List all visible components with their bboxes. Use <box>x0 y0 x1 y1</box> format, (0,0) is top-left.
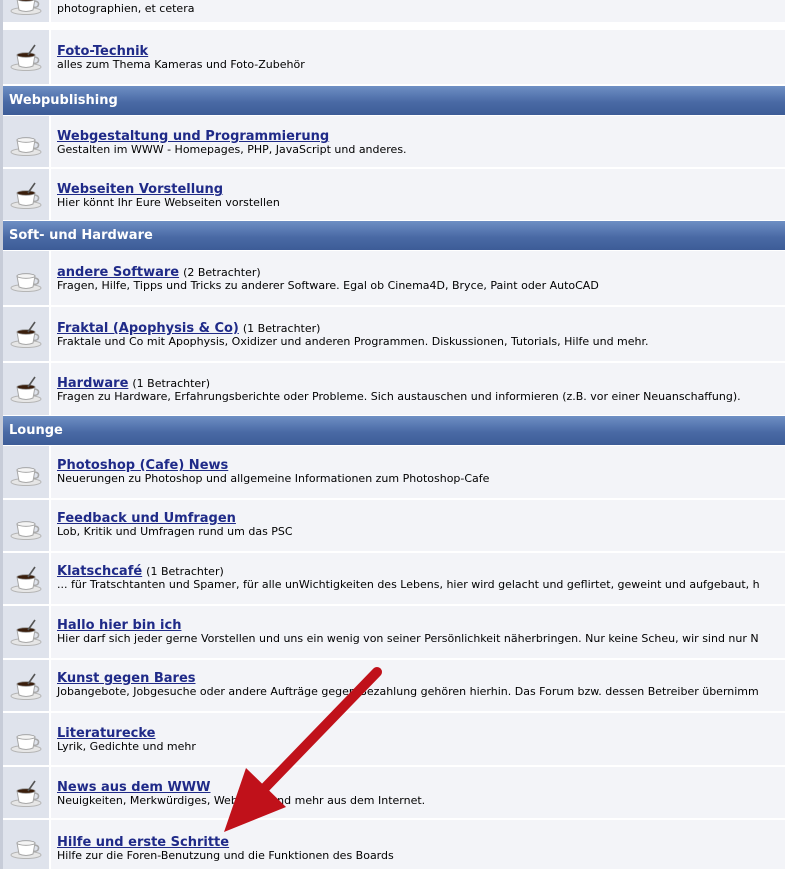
category-header[interactable]: Webpublishing <box>3 86 785 115</box>
cup-full-icon <box>3 553 51 604</box>
forum-description: Jobangebote, Jobgesuche oder andere Auft… <box>57 685 759 698</box>
forum-row: Webgestaltung und Programmierung Gestalt… <box>3 116 785 167</box>
forum-row: photographien, et cetera <box>3 0 785 22</box>
cup-full-icon <box>3 660 51 711</box>
forum-description: Neuigkeiten, Merkwürdiges, Webfarbe und … <box>57 794 426 807</box>
forum-description: Lob, Kritik und Umfragen rund um das PSC <box>57 525 293 538</box>
forum-link[interactable]: Hallo hier bin ich <box>57 618 181 633</box>
forum-link[interactable]: Photoshop (Cafe) News <box>57 458 228 473</box>
forum-link[interactable]: Webseiten Vorstellung <box>57 182 223 197</box>
cup-full-icon <box>3 0 51 22</box>
forum-row: Kunst gegen Bares Jobangebote, Jobgesuch… <box>3 660 785 711</box>
forum-link[interactable]: Hardware <box>57 376 128 391</box>
forum-link[interactable]: Feedback und Umfragen <box>57 511 236 526</box>
forum-description: ... für Tratschtanten und Spamer, für al… <box>57 578 760 591</box>
viewer-count: (2 Betrachter) <box>183 266 261 279</box>
cup-full-icon <box>3 363 51 415</box>
viewer-count: (1 Betrachter) <box>132 377 210 390</box>
forum-link[interactable]: Fraktal (Apophysis & Co) <box>57 321 239 336</box>
forum-row: Photoshop (Cafe) News Neuerungen zu Phot… <box>3 446 785 498</box>
cup-empty-icon <box>3 713 51 765</box>
forum-row: Hallo hier bin ich Hier darf sich jeder … <box>3 606 785 658</box>
forum-row: Feedback und Umfragen Lob, Kritik und Um… <box>3 500 785 551</box>
forum-description: Fraktale und Co mit Apophysis, Oxidizer … <box>57 335 649 348</box>
forum-row: Klatschcafé (1 Betrachter) ... für Tratsc… <box>3 553 785 604</box>
cup-empty-icon <box>3 500 51 551</box>
forum-row: Hardware (1 Betrachter) Fragen zu Hardwar… <box>3 363 785 415</box>
forum-description: Hilfe zur die Foren-Benutzung und die Fu… <box>57 849 394 862</box>
cup-full-icon <box>3 606 51 658</box>
forum-description: photographien, et cetera <box>57 2 195 15</box>
forum-link[interactable]: Webgestaltung und Programmierung <box>57 129 329 144</box>
forum-description: Hier darf sich jeder gerne Vorstellen un… <box>57 632 759 645</box>
forum-description: Lyrik, Gedichte und mehr <box>57 740 196 753</box>
cup-empty-icon <box>3 820 51 869</box>
forum-row: Fraktal (Apophysis & Co) (1 Betrachter) F… <box>3 307 785 361</box>
forum-link[interactable]: Klatschcafé <box>57 564 142 579</box>
viewer-count: (1 Betrachter) <box>242 322 321 335</box>
forum-description: Hier könnt Ihr Eure Webseiten vorstellen <box>57 196 280 209</box>
forum-link[interactable]: Kunst gegen Bares <box>57 671 196 686</box>
forum-link[interactable]: Foto-Technik <box>57 44 148 59</box>
forum-description: Fragen, Hilfe, Tipps und Tricks zu ander… <box>57 279 599 292</box>
forum-description: Gestalten im WWW - Homepages, PHP, JavaS… <box>57 143 407 156</box>
category-header[interactable]: Soft- und Hardware <box>3 221 785 250</box>
cup-full-icon <box>3 30 51 84</box>
cup-full-icon <box>3 169 51 220</box>
cup-empty-icon <box>3 446 51 498</box>
cup-full-icon <box>3 767 51 818</box>
cup-full-icon <box>3 307 51 361</box>
category-header[interactable]: Lounge <box>3 416 785 445</box>
cup-empty-icon <box>3 251 51 305</box>
viewer-count: (1 Betrachter) <box>146 565 224 578</box>
forum-row: andere Software (2 Betrachter) Fragen, Hi… <box>3 251 785 305</box>
cup-empty-icon <box>3 116 51 167</box>
forum-row: Foto-Technik alles zum Thema Kameras und… <box>3 30 785 84</box>
forum-row: Literaturecke Lyrik, Gedichte und mehr <box>3 713 785 765</box>
forum-link[interactable]: Literaturecke <box>57 726 155 741</box>
forum-description: Neuerungen zu Photoshop und allgemeine I… <box>57 472 490 485</box>
forum-description: alles zum Thema Kameras und Foto-Zubehör <box>57 58 305 71</box>
forum-description: Fragen zu Hardware, Erfahrungsberichte o… <box>57 390 741 403</box>
forum-link[interactable]: News aus dem WWW <box>57 780 210 795</box>
forum-row: Webseiten Vorstellung Hier könnt Ihr Eur… <box>3 169 785 220</box>
forum-link[interactable]: Hilfe und erste Schritte <box>57 835 229 850</box>
forum-link[interactable]: andere Software <box>57 265 179 280</box>
forum-row: Hilfe und erste Schritte Hilfe zur die F… <box>3 820 785 869</box>
forum-row: News aus dem WWW Neuigkeiten, Merkwürdig… <box>3 767 785 818</box>
